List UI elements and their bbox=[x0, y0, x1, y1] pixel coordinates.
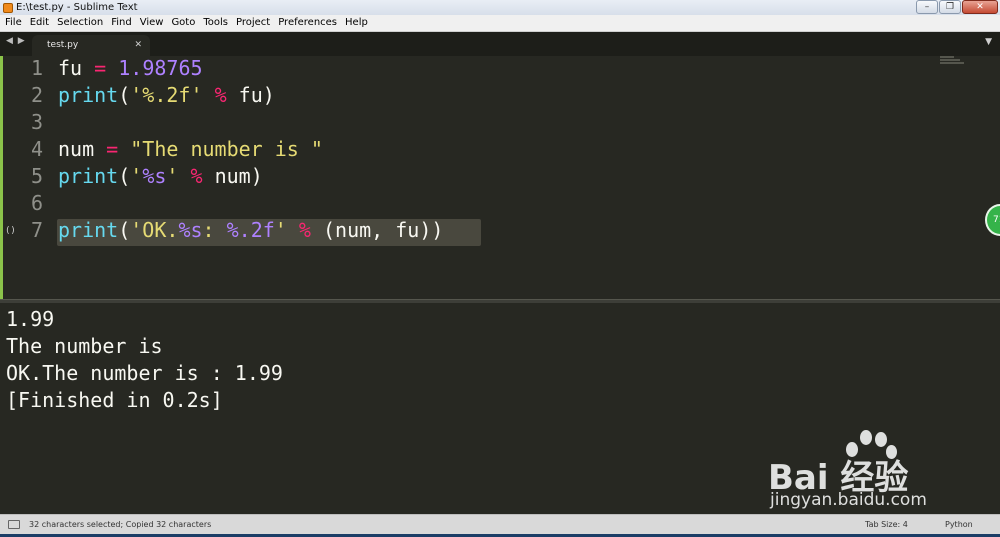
tab-close-icon[interactable]: ✕ bbox=[134, 35, 142, 55]
token-paren: ( bbox=[118, 164, 131, 188]
minimap-line bbox=[940, 59, 960, 61]
token-op: = bbox=[94, 56, 107, 80]
tab-nav-arrows-icon[interactable]: ◀ ▶ bbox=[6, 36, 26, 46]
menu-selection[interactable]: Selection bbox=[53, 15, 107, 31]
token-op: % bbox=[190, 164, 203, 188]
line-number: 4 bbox=[30, 137, 43, 161]
status-bar: 32 characters selected; Copied 32 charac… bbox=[0, 514, 1000, 534]
title-bar: E:\test.py - Sublime Text – ❐ ✕ bbox=[0, 0, 1000, 15]
token-function: print bbox=[58, 83, 119, 107]
tab-test-py[interactable]: test.py ✕ bbox=[32, 35, 150, 56]
window-controls: – ❐ ✕ bbox=[915, 0, 998, 15]
line-number: 5 bbox=[30, 164, 43, 188]
minimize-button[interactable]: – bbox=[916, 0, 938, 14]
code-line-4: num = "The number is " bbox=[58, 137, 323, 161]
token-paren: ( bbox=[118, 83, 131, 107]
token-ident: fu bbox=[58, 56, 83, 80]
token-string: ' bbox=[274, 218, 287, 242]
menu-view[interactable]: View bbox=[136, 15, 168, 31]
panel-toggle-icon[interactable] bbox=[8, 520, 20, 529]
minimap-line bbox=[940, 56, 954, 58]
token-string: : bbox=[202, 218, 227, 242]
token-number: 1.98765 bbox=[118, 56, 203, 80]
output-line: 1.99 bbox=[6, 307, 55, 331]
watermark-url: jingyan.baidu.com bbox=[770, 490, 927, 510]
token-args: (num, fu) bbox=[322, 218, 432, 242]
tab-label: test.py bbox=[47, 40, 79, 50]
token-string: ' bbox=[130, 164, 143, 188]
menu-find[interactable]: Find bbox=[107, 15, 136, 31]
token-string: '%.2f' bbox=[130, 83, 203, 107]
maximize-button[interactable]: ❐ bbox=[939, 0, 961, 14]
tab-dropdown-icon[interactable]: ▼ bbox=[985, 37, 992, 47]
line-number: 3 bbox=[30, 110, 43, 134]
token-string: 'OK. bbox=[130, 218, 179, 242]
code-line-5: print('%s' % num) bbox=[58, 164, 263, 188]
token-string: "The number is " bbox=[130, 137, 323, 161]
token-format: %s bbox=[178, 218, 203, 242]
token-paren: ) bbox=[262, 83, 275, 107]
menu-project[interactable]: Project bbox=[232, 15, 274, 31]
tab-size-indicator[interactable]: Tab Size: 4 bbox=[865, 520, 908, 529]
menu-bar: File Edit Selection Find View Goto Tools… bbox=[0, 15, 1000, 32]
syntax-indicator[interactable]: Python bbox=[945, 520, 973, 529]
token-format: %.2f bbox=[226, 218, 275, 242]
code-line-2: print('%.2f' % fu) bbox=[58, 83, 275, 107]
line-number: 6 bbox=[30, 191, 43, 215]
line-number: 7 bbox=[30, 218, 43, 242]
output-line: The number is bbox=[6, 334, 163, 358]
token-function: print bbox=[58, 164, 119, 188]
token-ident: num bbox=[214, 164, 251, 188]
token-op: % bbox=[214, 83, 227, 107]
token-string: ' bbox=[166, 164, 179, 188]
token-paren: ( bbox=[118, 218, 131, 242]
menu-help[interactable]: Help bbox=[341, 15, 372, 31]
editor-scrollbar[interactable] bbox=[986, 56, 1000, 299]
output-line: OK.The number is : 1.99 bbox=[6, 361, 283, 385]
token-op: = bbox=[106, 137, 119, 161]
line-number: 1 bbox=[30, 56, 43, 80]
token-format: %s bbox=[142, 164, 167, 188]
token-paren: ) bbox=[431, 218, 444, 242]
code-line-1: fu = 1.98765 bbox=[58, 56, 203, 80]
line-gutter: 1 2 3 4 5 6 7 bbox=[0, 56, 48, 299]
token-paren: ) bbox=[250, 164, 263, 188]
sublime-app-icon bbox=[3, 2, 13, 13]
token-op: % bbox=[298, 218, 311, 242]
paw-toe bbox=[875, 432, 887, 447]
menu-goto[interactable]: Goto bbox=[167, 15, 199, 31]
code-line-7: print('OK.%s: %.2f' % (num, fu)) bbox=[58, 218, 443, 242]
line-number: 2 bbox=[30, 83, 43, 107]
code-editor[interactable]: () 1 2 3 4 5 6 7 fu = 1.98765 print('%.2… bbox=[0, 56, 1000, 299]
tab-bar: ◀ ▶ test.py ✕ ▼ bbox=[0, 32, 1000, 56]
token-ident: fu bbox=[238, 83, 263, 107]
window-title: E:\test.py - Sublime Text bbox=[16, 2, 138, 13]
menu-tools[interactable]: Tools bbox=[199, 15, 232, 31]
menu-preferences[interactable]: Preferences bbox=[274, 15, 341, 31]
minimap[interactable] bbox=[940, 56, 970, 68]
token-function: print bbox=[58, 218, 119, 242]
token-ident: num bbox=[58, 137, 95, 161]
menu-file[interactable]: File bbox=[0, 15, 26, 31]
output-line: [Finished in 0.2s] bbox=[6, 388, 223, 412]
menu-edit[interactable]: Edit bbox=[26, 15, 53, 31]
baidu-watermark: Bai 经验 jingyan.baidu.com bbox=[768, 428, 968, 518]
status-message: 32 characters selected; Copied 32 charac… bbox=[29, 520, 212, 529]
minimap-line bbox=[940, 62, 964, 64]
close-window-button[interactable]: ✕ bbox=[962, 0, 998, 14]
paw-toe bbox=[860, 430, 872, 445]
